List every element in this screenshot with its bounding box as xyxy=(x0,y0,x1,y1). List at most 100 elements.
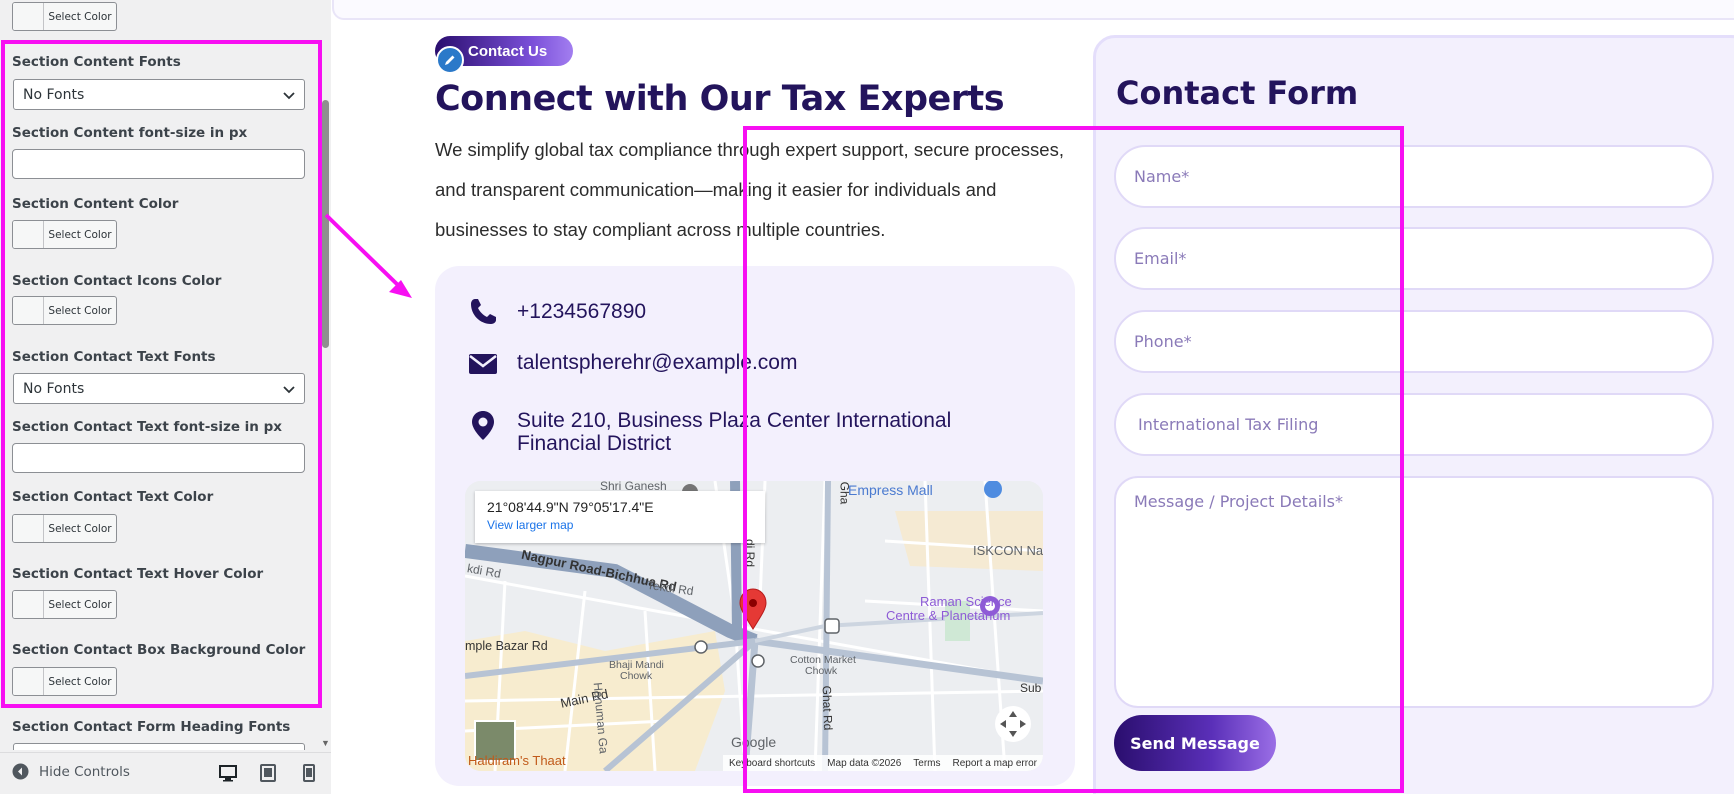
phone-placeholder: Phone* xyxy=(1134,332,1192,351)
badge-label: Contact Us xyxy=(468,43,548,60)
email-text: talentspherehr@example.com xyxy=(517,351,798,374)
contact-text-color-field: Section Contact Text Color xyxy=(12,488,306,506)
location-pin-icon xyxy=(472,411,494,440)
map-label: Haldiram's Thaat xyxy=(468,753,566,768)
content-fontsize-input[interactable] xyxy=(12,149,305,179)
map-label: Chowk xyxy=(805,665,838,677)
select-color-label: Select Color xyxy=(48,522,112,535)
map-label: di Rd xyxy=(743,538,758,568)
select-color-label: Select Color xyxy=(48,675,112,688)
map-label: Raman Science xyxy=(920,594,1012,609)
contact-text-fontsize-label: Section Contact Text font-size in px xyxy=(12,419,282,435)
content-fonts-label: Section Content Fonts xyxy=(12,54,181,70)
contact-text-color-button[interactable]: Select Color xyxy=(12,514,117,543)
map-label: Shri Ganesh xyxy=(600,481,667,493)
contact-icons-color-label: Section Contact Icons Color xyxy=(12,273,222,289)
contact-box-bg-field: Section Contact Box Background Color xyxy=(12,641,306,659)
content-color-label: Section Content Color xyxy=(12,196,179,212)
color-swatch xyxy=(13,515,44,542)
section-paragraph: We simplify global tax compliance throug… xyxy=(435,139,1064,240)
site-preview: Contact Us Connect with Our Tax Experts … xyxy=(332,0,1734,794)
contact-text-hover-button[interactable]: Select Color xyxy=(12,590,117,619)
map-data-text: Map data ©2026 xyxy=(827,757,902,769)
map-label: Centre & Planetarium xyxy=(886,608,1011,623)
color-swatch xyxy=(13,3,44,30)
form-heading-fonts-label: Section Contact Form Heading Fonts xyxy=(12,719,291,735)
contact-icons-color-button[interactable]: Select Color xyxy=(12,296,117,325)
customizer-screen: Select Color Section Content Fonts No Fo… xyxy=(0,0,1734,794)
contact-text-fonts-select[interactable]: No Fonts xyxy=(13,373,305,404)
hide-controls-button[interactable]: Hide Controls xyxy=(12,763,130,780)
terms-link[interactable]: Terms xyxy=(913,758,940,769)
map-info-card: 21°08'44.9"N 79°05'17.4"E View larger ma… xyxy=(475,491,765,543)
controls-list: Select Color Section Content Fonts No Fo… xyxy=(0,0,319,750)
map-label: Sub xyxy=(1020,681,1042,695)
form-heading-fonts-field: Section Contact Form Heading Fonts xyxy=(12,718,306,736)
service-select[interactable]: International Tax Filing xyxy=(1114,393,1714,456)
color-swatch xyxy=(13,591,44,618)
message-textarea[interactable]: Message / Project Details* xyxy=(1114,476,1714,708)
contact-box-bg-button[interactable]: Select Color xyxy=(12,667,117,696)
contact-text-fonts-value: No Fonts xyxy=(23,380,85,397)
select-color-label: Select Color xyxy=(48,10,112,23)
map-label: Chowk xyxy=(620,670,653,682)
color-swatch xyxy=(13,297,44,324)
content-color-field: Section Content Color xyxy=(12,195,306,213)
contact-text-fontsize-field: Section Contact Text font-size in px xyxy=(12,418,306,436)
customizer-controls-panel: Select Color Section Content Fonts No Fo… xyxy=(0,0,331,794)
content-fontsize-field: Section Content font-size in px xyxy=(12,124,306,142)
desktop-icon[interactable] xyxy=(218,763,238,783)
email-row[interactable]: talentspherehr@example.com xyxy=(467,348,797,380)
name-input[interactable]: Name* xyxy=(1114,145,1714,208)
address-text: Suite 210, Business Plaza Center Interna… xyxy=(517,409,952,455)
tablet-icon[interactable] xyxy=(258,763,278,783)
email-input[interactable]: Email* xyxy=(1114,227,1714,290)
message-placeholder: Message / Project Details* xyxy=(1134,492,1343,511)
hide-controls-label: Hide Controls xyxy=(39,763,130,780)
service-select-value: International Tax Filing xyxy=(1138,415,1319,434)
controls-scrollbar[interactable]: ▼ xyxy=(320,0,331,752)
view-larger-map-link[interactable]: View larger map xyxy=(487,518,753,532)
address-row: Suite 210, Business Plaza Center Interna… xyxy=(467,409,1037,455)
chevron-down-icon xyxy=(283,92,295,100)
chevron-down-icon xyxy=(283,386,295,394)
map-attribution-bar: Keyboard shortcuts Map data ©2026 Terms … xyxy=(723,755,1043,771)
previous-color-button[interactable]: Select Color xyxy=(12,2,117,31)
select-color-label: Select Color xyxy=(48,304,112,317)
send-message-button[interactable]: Send Message xyxy=(1114,715,1276,771)
scroll-down-arrow-icon[interactable]: ▼ xyxy=(321,738,330,748)
contact-icons-color-field: Section Contact Icons Color xyxy=(12,272,306,290)
envelope-icon xyxy=(469,354,497,374)
color-swatch xyxy=(13,221,44,248)
contact-form-title: Contact Form xyxy=(1116,74,1359,112)
keyboard-shortcuts-link[interactable]: Keyboard shortcuts xyxy=(729,758,815,769)
phone-input[interactable]: Phone* xyxy=(1114,310,1714,373)
mobile-icon[interactable] xyxy=(299,763,319,783)
map-label: Ghat Rd xyxy=(819,685,836,731)
contact-text-fonts-label: Section Contact Text Fonts xyxy=(12,349,216,365)
contact-box-bg-label: Section Contact Box Background Color xyxy=(12,642,306,658)
content-fonts-field: Section Content Fonts xyxy=(12,53,306,71)
phone-text: +1234567890 xyxy=(517,300,647,323)
name-placeholder: Name* xyxy=(1134,167,1190,186)
controls-footer: Hide Controls xyxy=(0,752,331,794)
select-color-label: Select Color xyxy=(48,598,112,611)
section-heading: Connect with Our Tax Experts xyxy=(435,79,1005,119)
content-fonts-value: No Fonts xyxy=(23,86,85,103)
send-message-label: Send Message xyxy=(1130,733,1260,753)
content-color-button[interactable]: Select Color xyxy=(12,220,117,249)
report-error-link[interactable]: Report a map error xyxy=(953,758,1037,769)
contact-form-card: Contact Form Name* Email* Phone* Interna… xyxy=(1093,35,1734,794)
edit-shortcut-pencil-icon[interactable] xyxy=(436,46,464,74)
content-fontsize-label: Section Content font-size in px xyxy=(12,125,248,141)
email-placeholder: Email* xyxy=(1134,249,1187,268)
contact-text-hover-label: Section Contact Text Hover Color xyxy=(12,566,264,582)
contact-text-hover-field: Section Contact Text Hover Color xyxy=(12,565,306,583)
phone-row[interactable]: +1234567890 xyxy=(467,296,646,328)
form-heading-fonts-select[interactable] xyxy=(13,743,305,750)
content-fonts-select[interactable]: No Fonts xyxy=(13,79,305,110)
google-map-embed[interactable]: 21°08'44.9"N 79°05'17.4"E View larger ma… xyxy=(465,481,1043,771)
contact-text-fontsize-input[interactable] xyxy=(12,443,305,473)
scrollbar-thumb[interactable] xyxy=(322,100,329,348)
collapse-arrow-icon xyxy=(12,763,29,780)
